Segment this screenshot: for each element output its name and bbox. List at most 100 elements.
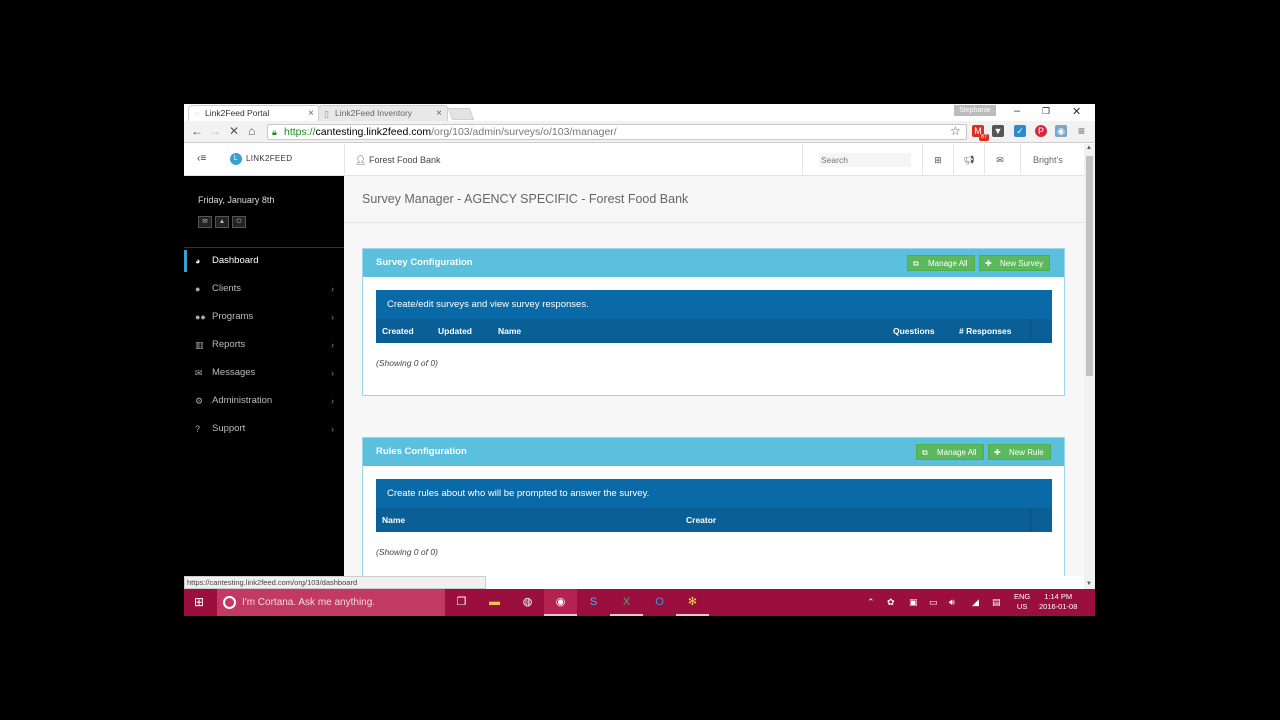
pinterest-icon[interactable]: P xyxy=(1035,125,1047,137)
file-explorer-icon[interactable]: ▬ xyxy=(478,589,511,616)
survey-info: Create/edit surveys and view survey resp… xyxy=(376,290,1052,319)
panel-header: Rules Configuration ⧉ Manage All ✚ New R… xyxy=(363,438,1064,466)
manage-all-rules-button[interactable]: ⧉ Manage All xyxy=(916,444,984,460)
close-tab-icon[interactable]: × xyxy=(436,106,442,121)
region-code: US xyxy=(1016,602,1028,611)
question-icon: ? xyxy=(195,424,201,434)
url-host: cantesting.link2feed.com xyxy=(315,126,432,138)
sidebar-item-messages[interactable]: ✉ Messages › xyxy=(184,362,344,384)
scroll-down-icon[interactable]: ▼ xyxy=(1086,581,1092,587)
column-responses[interactable]: # Responses xyxy=(959,319,1011,343)
task-view-icon[interactable]: ❐ xyxy=(445,589,478,616)
url-scheme: https:// xyxy=(284,126,316,138)
extension-check-icon[interactable]: ✓ xyxy=(1014,125,1026,137)
maximize-icon[interactable]: ❐ xyxy=(1042,106,1050,117)
url-path: /org/103/admin/surveys/o/103/manager/ xyxy=(431,126,617,138)
envelope-icon[interactable]: ✉ xyxy=(984,144,1015,176)
sidebar-item-dashboard[interactable]: ◕ Dashboard xyxy=(184,250,344,272)
chevron-right-icon: › xyxy=(331,284,334,294)
back-icon[interactable]: ← xyxy=(191,124,203,138)
rules-table-header: Name Creator xyxy=(376,508,1052,532)
home-icon[interactable]: ⌂ xyxy=(248,124,255,138)
cortana-text: I'm Cortana. Ask me anything. xyxy=(242,597,376,608)
sidebar-toggle-icon[interactable]: ‹≡ xyxy=(197,153,206,164)
megaphone-icon[interactable]: 📢︎ xyxy=(953,144,984,176)
column-questions[interactable]: Questions xyxy=(893,319,935,343)
manage-all-surveys-button[interactable]: ⧉ Manage All xyxy=(907,255,975,271)
sitemap-icon[interactable]: ⊞ xyxy=(922,144,953,176)
rules-count: (Showing 0 of 0) xyxy=(376,547,438,557)
excel-icon[interactable]: X xyxy=(610,589,643,616)
bookmark-star-icon[interactable]: ☆ xyxy=(950,124,961,138)
profile-icon[interactable]: ▲ xyxy=(215,216,229,228)
input-language[interactable]: ENG US xyxy=(1014,592,1030,612)
user-menu[interactable]: Bright's xyxy=(1020,144,1084,176)
menu-icon[interactable]: ≡ xyxy=(1078,124,1085,138)
sidebar-item-label: Messages xyxy=(212,367,256,378)
chrome-icon[interactable]: ◉ xyxy=(544,589,577,616)
camera-icon[interactable]: ◉ xyxy=(1055,125,1067,137)
skype-icon[interactable]: S xyxy=(577,589,610,616)
close-tab-icon[interactable]: × xyxy=(308,106,314,121)
notifications-icon[interactable]: ▤ xyxy=(992,589,1001,616)
outlook-icon[interactable]: O xyxy=(643,589,676,616)
minimize-icon[interactable]: – xyxy=(1014,105,1020,117)
status-url: https://cantesting.link2feed.com/org/103… xyxy=(184,576,486,589)
browser-toolbar: ← → ✕ ⌂ 🔒︎ https://cantesting.link2feed.… xyxy=(184,121,1095,143)
page-scrollbar[interactable]: ▲ ▼ xyxy=(1084,144,1095,591)
tray-chevron-up-icon[interactable]: ⌃ xyxy=(867,589,875,616)
survey-table-header: Created Updated Name Questions # Respons… xyxy=(376,319,1052,343)
system-clock[interactable]: 1:14 PM 2016-01-08 xyxy=(1039,592,1077,612)
sidebar-item-administration[interactable]: ⚙ Administration › xyxy=(184,390,344,412)
cortana-search[interactable]: I'm Cortana. Ask me anything. xyxy=(217,589,445,616)
address-bar[interactable]: 🔒︎ https://cantesting.link2feed.com/org/… xyxy=(267,124,967,140)
mail-icon[interactable]: ✉ xyxy=(198,216,212,228)
column-updated[interactable]: Updated xyxy=(438,319,472,343)
battery-icon[interactable]: ▭ xyxy=(929,589,938,616)
stop-icon[interactable]: ✕ xyxy=(229,124,239,138)
scroll-thumb[interactable] xyxy=(1086,156,1093,376)
new-rule-button[interactable]: ✚ New Rule xyxy=(988,444,1051,460)
tray-device-icon[interactable]: ▣ xyxy=(909,589,918,616)
sidebar-item-label: Dashboard xyxy=(212,255,259,266)
profile-badge[interactable]: Stephanie xyxy=(954,105,996,116)
app-globe-icon[interactable]: ◍ xyxy=(511,589,544,616)
network-icon[interactable]: ◢ xyxy=(972,589,979,616)
tray-app-icon[interactable]: ✿ xyxy=(887,589,895,616)
clock-time: 1:14 PM xyxy=(1044,592,1073,601)
sidebar-item-programs[interactable]: ●● Programs › xyxy=(184,306,344,328)
column-created[interactable]: Created xyxy=(382,319,414,343)
panel-title: Rules Configuration xyxy=(376,446,467,457)
external-link-icon: ⧉ xyxy=(913,259,919,268)
pocket-icon[interactable]: ▼ xyxy=(992,125,1004,137)
forward-icon[interactable]: → xyxy=(209,124,221,138)
button-label: Manage All xyxy=(937,448,977,457)
tab-link2feed-portal[interactable]: ◌ Link2Feed Portal × xyxy=(188,105,320,121)
clock-date: 2016-01-08 xyxy=(1039,602,1078,611)
agency-selector[interactable]: 👤︎ Forest Food Bank xyxy=(344,144,441,176)
close-window-icon[interactable]: ✕ xyxy=(1072,105,1081,118)
sidebar-item-support[interactable]: ? Support › xyxy=(184,418,344,440)
volume-icon[interactable]: 🔊︎ xyxy=(949,589,955,616)
tab-label: Link2Feed Inventory xyxy=(335,108,413,118)
sidebar-item-clients[interactable]: ● Clients › xyxy=(184,278,344,300)
page-title: Survey Manager - AGENCY SPECIFIC - Fores… xyxy=(362,192,689,206)
app-flower-icon[interactable]: ✻ xyxy=(676,589,709,616)
scroll-up-icon[interactable]: ▲ xyxy=(1086,145,1092,151)
sidebar-item-reports[interactable]: ▥ Reports › xyxy=(184,334,344,356)
search-input[interactable] xyxy=(819,153,911,167)
windows-start-icon[interactable]: ⊞ xyxy=(194,595,204,609)
new-tab-button[interactable] xyxy=(447,108,475,120)
new-survey-button[interactable]: ✚ New Survey xyxy=(979,255,1051,271)
column-name[interactable]: Name xyxy=(498,319,521,343)
language-code: ENG xyxy=(1014,592,1031,601)
main-content: Survey Manager - AGENCY SPECIFIC - Fores… xyxy=(344,176,1084,576)
column-name[interactable]: Name xyxy=(382,508,405,532)
tab-link2feed-inventory[interactable]: ▯ Link2Feed Inventory × xyxy=(318,105,448,121)
column-creator[interactable]: Creator xyxy=(686,508,716,532)
power-icon[interactable]: ⏻ xyxy=(232,216,246,228)
logo[interactable]: L LINK2FEED xyxy=(230,153,292,165)
header-search xyxy=(802,144,912,176)
sidebar-item-label: Administration xyxy=(212,395,273,406)
chevron-right-icon: › xyxy=(331,424,334,434)
